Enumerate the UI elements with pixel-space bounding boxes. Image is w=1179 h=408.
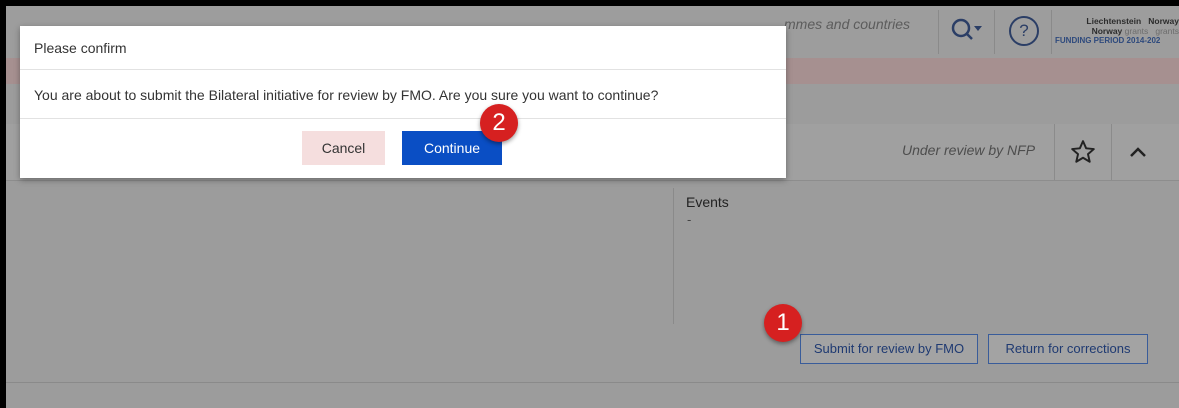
card-footer-line <box>6 382 1179 383</box>
search-button[interactable] <box>938 10 995 54</box>
return-for-corrections-button[interactable]: Return for corrections <box>988 334 1148 364</box>
logo-norway-grants: Norway <box>1091 26 1123 36</box>
app-window: mmes and countries ? Liechtenstein Norwa… <box>6 6 1179 408</box>
cancel-button[interactable]: Cancel <box>302 131 385 165</box>
confirm-dialog: Please confirm You are about to submit t… <box>20 26 786 178</box>
logo-grants-1: grants <box>1124 26 1149 36</box>
star-icon <box>1071 140 1095 163</box>
submit-for-review-button[interactable]: Submit for review by FMO <box>800 334 978 364</box>
help-button[interactable]: ? <box>994 10 1052 54</box>
events-value: - <box>687 212 692 227</box>
logo: Liechtenstein Norway Norway grants grant… <box>1055 16 1179 56</box>
dialog-message: You are about to submit the Bilateral in… <box>34 87 659 103</box>
funding-period: FUNDING PERIOD 2014-202 <box>1055 36 1161 45</box>
search-placeholder[interactable]: mmes and countries <box>784 16 910 32</box>
help-icon: ? <box>1009 16 1039 46</box>
search-icon <box>951 18 982 40</box>
step-marker-2: 2 <box>480 104 518 142</box>
events-label: Events <box>686 194 729 210</box>
chevron-up-icon <box>1130 147 1146 157</box>
dialog-title: Please confirm <box>34 40 127 56</box>
step-marker-1: 1 <box>764 304 802 342</box>
logo-liechtenstein: Liechtenstein <box>1086 16 1142 26</box>
dialog-divider <box>20 118 786 119</box>
logo-norway: Norway <box>1148 16 1179 26</box>
dialog-divider <box>20 69 786 70</box>
favorite-button[interactable] <box>1054 124 1112 180</box>
logo-grants-2: grants <box>1155 26 1179 36</box>
events-divider <box>673 188 674 324</box>
collapse-button[interactable] <box>1110 124 1166 180</box>
status-badge: Under review by NFP <box>902 142 1036 158</box>
